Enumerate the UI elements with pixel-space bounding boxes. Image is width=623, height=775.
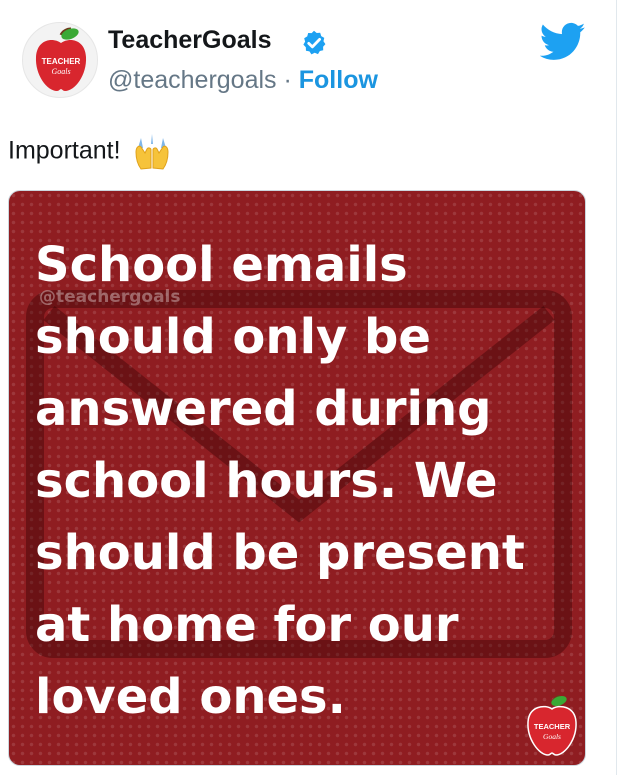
handle-separator: · (283, 66, 292, 94)
twitter-bird-icon[interactable] (540, 22, 586, 62)
image-message: School emails should only be answered du… (35, 229, 575, 733)
avatar-logo-line1: TEACHER (42, 57, 81, 66)
author-handle[interactable]: @teachergoals (108, 66, 277, 94)
image-line: should be present (35, 525, 525, 581)
tweet-card: TEACHER Goals TeacherGoals @teachergoals… (0, 0, 617, 775)
author-handle-line: @teachergoals · Follow (108, 66, 378, 95)
teachergoals-apple-logo: TEACHER Goals (527, 694, 577, 756)
tweet-header: TEACHER Goals TeacherGoals @teachergoals… (22, 22, 602, 102)
image-logo-line1: TEACHER (534, 722, 571, 731)
tweet-text-content: Important! (8, 136, 121, 165)
teachergoals-apple-logo: TEACHER Goals (35, 27, 87, 91)
avatar-logo-line2: Goals (51, 67, 70, 76)
image-line: loved ones. (35, 669, 346, 725)
image-line: should only be (35, 309, 431, 365)
image-logo-line2: Goals (543, 732, 561, 741)
avatar[interactable]: TEACHER Goals (22, 22, 98, 98)
image-line: School emails (35, 237, 408, 293)
author-display-name[interactable]: TeacherGoals (108, 26, 272, 55)
raised-hands-icon (135, 134, 169, 170)
follow-button[interactable]: Follow (299, 66, 378, 94)
tweet-text: Important! (8, 132, 172, 172)
image-line: answered during (35, 381, 492, 437)
tweet-image[interactable]: @teachergoals School emails should only … (8, 190, 586, 766)
image-line: at home for our (35, 597, 459, 653)
verified-badge-icon (303, 30, 326, 55)
image-line: school hours. We (35, 453, 498, 509)
